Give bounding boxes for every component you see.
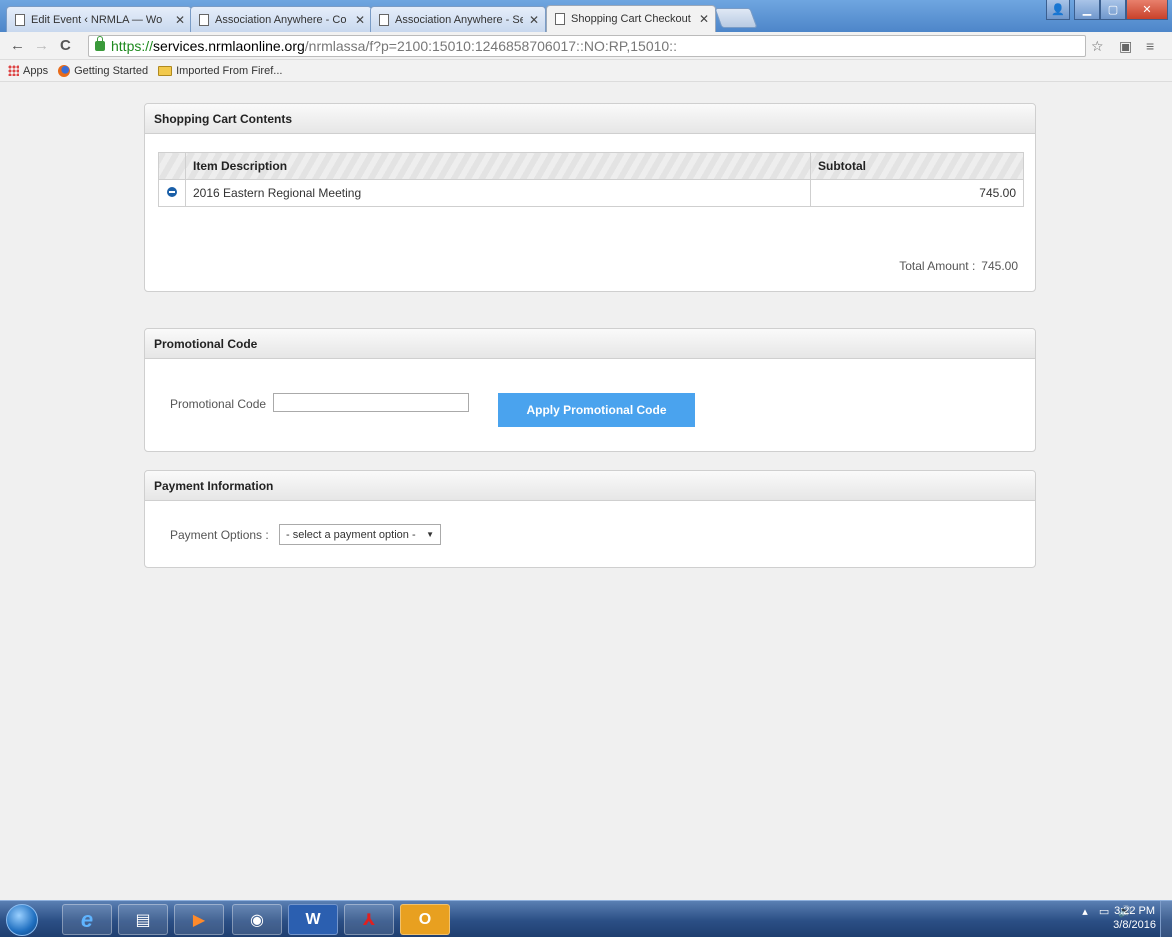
column-header-item-description: Item Description	[185, 152, 811, 180]
media-player-icon[interactable]: ▶	[174, 904, 224, 935]
bookmark-imported-folder[interactable]: Imported From Firef...	[158, 65, 282, 77]
total-amount-value: 745.00	[981, 259, 1018, 273]
tab-strip: Edit Event ‹ NRMLA — Wo ✕ Association An…	[0, 0, 1172, 32]
tab-shopping-cart-checkout[interactable]: Shopping Cart Checkout ✕	[546, 5, 716, 32]
lock-icon	[95, 36, 105, 51]
start-button[interactable]	[6, 904, 38, 936]
tab-title: Association Anywhere - Co	[215, 13, 347, 26]
close-tab-icon[interactable]: ✕	[699, 12, 709, 26]
chrome-icon[interactable]: ◉	[232, 904, 282, 935]
browser-toolbar: ← → C https://services.nrmlaonline.org/n…	[0, 32, 1172, 60]
extension-icon[interactable]: ▣	[1119, 38, 1132, 55]
payment-options-select[interactable]: - select a payment option - ▼	[279, 524, 441, 545]
forward-arrow-icon[interactable]: →	[34, 38, 49, 54]
close-tab-icon[interactable]: ✕	[355, 13, 365, 27]
windows-taskbar: e ▤ ▶ ◉ W ⅄ O ▴ ▭ 🔊 3:22 PM 3/8/2016	[0, 900, 1172, 937]
item-subtotal: 745.00	[810, 179, 1024, 207]
internet-explorer-icon[interactable]: e	[62, 904, 112, 935]
url-host: services.nrmlaonline.org	[153, 38, 305, 54]
file-explorer-icon[interactable]: ▤	[118, 904, 168, 935]
close-window-button[interactable]: ✕	[1126, 0, 1168, 20]
back-arrow-icon[interactable]: ←	[10, 38, 25, 54]
promotional-code-input[interactable]	[273, 393, 469, 412]
close-tab-icon[interactable]: ✕	[529, 13, 539, 27]
payment-options-label: Payment Options :	[170, 528, 269, 542]
tab-association-anywhere-2[interactable]: Association Anywhere - Se ✕	[370, 6, 546, 32]
remove-cell	[158, 179, 186, 207]
document-icon	[379, 13, 389, 26]
outlook-icon[interactable]: O	[400, 904, 450, 935]
bookmark-getting-started[interactable]: Getting Started	[58, 64, 149, 77]
tray-expand-icon[interactable]: ▴	[1082, 906, 1088, 918]
total-amount: Total Amount : 745.00	[899, 259, 1018, 273]
column-header-remove	[158, 152, 186, 180]
network-icon[interactable]: ▭	[1099, 906, 1109, 918]
payment-selected-option: - select a payment option -	[286, 528, 416, 541]
show-desktop-button[interactable]	[1160, 901, 1172, 937]
maximize-button[interactable]: ▢	[1100, 0, 1126, 20]
clock-date: 3/8/2016	[1113, 919, 1156, 931]
acrobat-icon[interactable]: ⅄	[344, 904, 394, 935]
document-icon	[555, 13, 565, 25]
firefox-icon	[58, 64, 71, 77]
shopping-cart-title: Shopping Cart Contents	[145, 104, 1035, 134]
remove-item-icon[interactable]	[167, 187, 177, 197]
shopping-cart-panel: Shopping Cart Contents Item Description …	[144, 103, 1036, 292]
promotional-code-title: Promotional Code	[145, 329, 1035, 359]
bookmark-label: Apps	[23, 64, 49, 77]
minimize-button[interactable]: ▁	[1074, 0, 1100, 20]
apps-icon	[8, 65, 19, 76]
address-bar[interactable]: https://services.nrmlaonline.org/nrmlass…	[88, 35, 1086, 57]
menu-icon[interactable]: ≡	[1146, 38, 1154, 54]
bookmark-star-icon[interactable]: ☆	[1091, 38, 1104, 55]
url-scheme: https://	[111, 38, 154, 54]
item-description: 2016 Eastern Regional Meeting	[185, 179, 811, 207]
close-tab-icon[interactable]: ✕	[175, 13, 185, 27]
cart-table: Item Description Subtotal 2016 Eastern R…	[158, 152, 1024, 207]
payment-information-panel: Payment Information Payment Options : - …	[144, 470, 1036, 568]
url-path: /nrmlassa/f?p=2100:15010:1246858706017::…	[304, 38, 677, 54]
tab-title: Association Anywhere - Se	[395, 13, 523, 26]
page-content: Shopping Cart Contents Item Description …	[0, 83, 1172, 900]
user-icon[interactable]: 👤	[1046, 0, 1070, 20]
document-icon	[199, 13, 209, 26]
column-header-subtotal: Subtotal	[810, 152, 1024, 180]
bookmarks-bar: Apps Getting Started Imported From Firef…	[0, 60, 1172, 82]
table-row: 2016 Eastern Regional Meeting 745.00	[158, 179, 1024, 207]
word-icon[interactable]: W	[288, 904, 338, 935]
clock-time: 3:22 PM	[1114, 905, 1156, 917]
apply-promotional-code-button[interactable]: Apply Promotional Code	[498, 393, 695, 427]
bookmark-label: Imported From Firef...	[176, 64, 283, 77]
dropdown-arrow-icon: ▼	[426, 530, 434, 539]
new-tab-button[interactable]	[714, 8, 758, 28]
payment-information-title: Payment Information	[145, 471, 1035, 501]
total-amount-label: Total Amount :	[899, 259, 976, 273]
promotional-code-label: Promotional Code	[170, 397, 267, 411]
bookmark-apps[interactable]: Apps	[8, 65, 48, 77]
tab-association-anywhere-1[interactable]: Association Anywhere - Co ✕	[190, 6, 372, 32]
tab-title: Edit Event ‹ NRMLA — Wo	[31, 13, 163, 26]
folder-icon	[158, 65, 173, 76]
document-icon	[15, 13, 25, 26]
promotional-code-panel: Promotional Code Promotional Code Apply …	[144, 328, 1036, 452]
taskbar-clock[interactable]: 3:22 PM 3/8/2016	[1113, 904, 1156, 932]
tab-title: Shopping Cart Checkout	[571, 13, 691, 25]
table-header-row: Item Description Subtotal	[158, 152, 1024, 180]
reload-icon[interactable]: C	[60, 38, 71, 54]
tab-edit-event[interactable]: Edit Event ‹ NRMLA — Wo ✕	[6, 6, 192, 32]
bookmark-label: Getting Started	[74, 64, 149, 77]
